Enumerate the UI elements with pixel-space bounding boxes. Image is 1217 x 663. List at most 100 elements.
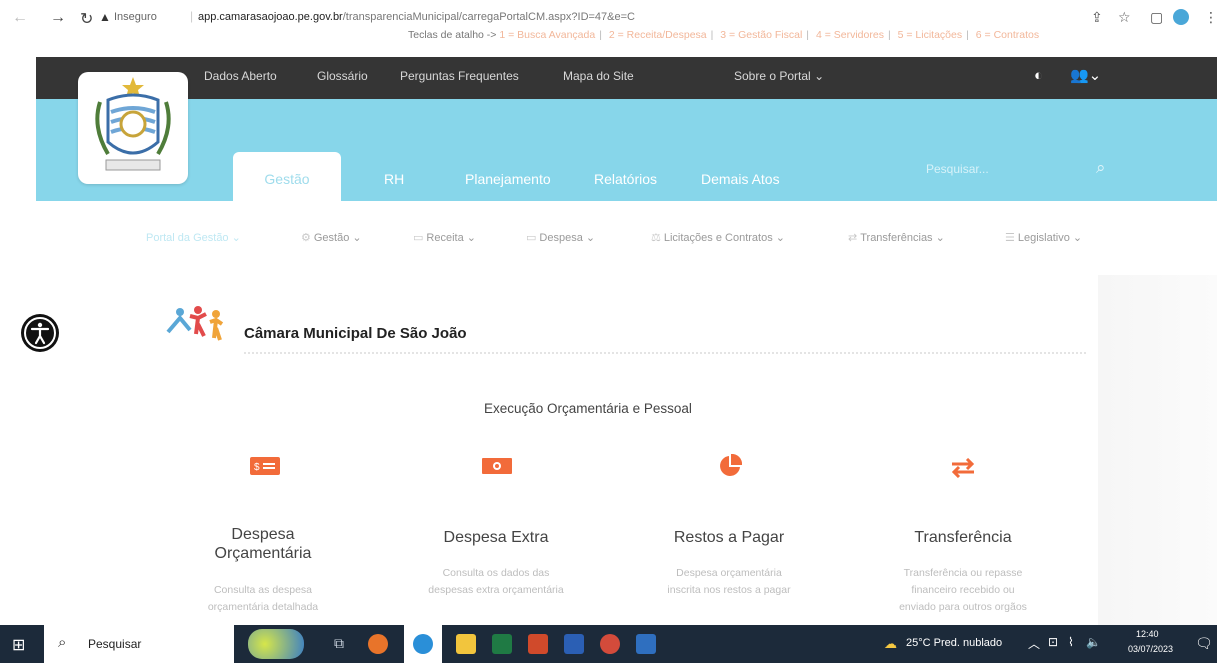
people-icon xyxy=(160,302,232,349)
search-input[interactable]: Pesquisar... ⌕ xyxy=(900,152,1130,188)
chrome-icon[interactable] xyxy=(600,634,620,654)
section-title: Execução Orçamentária e Pessoal xyxy=(484,401,692,416)
coat-of-arms-logo[interactable] xyxy=(78,72,188,184)
topbar-link[interactable]: Glossário xyxy=(317,69,368,83)
share-icon[interactable]: ⇪ xyxy=(1091,9,1103,26)
edge-active-tile[interactable] xyxy=(404,625,442,663)
menu-licitacoes[interactable]: ⚖ Licitações e Contratos ⌄ xyxy=(651,231,785,244)
licitacoes-icon: ⚖ xyxy=(651,232,661,244)
exchange-icon xyxy=(950,457,976,483)
file-explorer-icon[interactable] xyxy=(456,634,476,654)
feature-desc-line: inscrita nos restos a pagar xyxy=(667,584,791,596)
topbar-link[interactable]: Dados Aberto xyxy=(204,69,277,83)
about-portal-label: Sobre o Portal xyxy=(734,69,811,83)
shortcut-item[interactable]: 6 = Contratos xyxy=(976,29,1039,41)
legislativo-icon: ☰ xyxy=(1005,232,1015,244)
clock-time[interactable]: 12:40 xyxy=(1136,629,1159,639)
svg-text:$: $ xyxy=(254,462,260,473)
windows-start-icon[interactable]: ⊞ xyxy=(12,635,25,655)
feature-title-line: Despesa xyxy=(231,526,295,543)
contrast-icon[interactable]: ◐ xyxy=(1034,67,1043,84)
menu-label: Despesa xyxy=(539,232,583,244)
entity-title: Câmara Municipal De São João xyxy=(244,325,467,342)
extension-icon[interactable] xyxy=(1173,9,1189,25)
feature-desc-line: enviado para outros orgãos xyxy=(899,601,1027,613)
forward-icon[interactable]: → xyxy=(50,9,66,27)
firefox-icon[interactable] xyxy=(368,634,388,654)
shortcut-item[interactable]: 5 = Licitações xyxy=(898,29,963,41)
feature-desc-line: Transferência ou repasse xyxy=(903,567,1023,579)
star-icon[interactable]: ☆ xyxy=(1118,9,1131,26)
shortcut-item[interactable]: 2 = Receita/Despesa xyxy=(609,29,707,41)
reload-icon[interactable]: ↻ xyxy=(80,9,93,29)
menu-label: Gestão xyxy=(313,232,350,244)
back-icon[interactable]: ← xyxy=(12,9,28,27)
weather-icon: ☁ xyxy=(884,636,897,651)
menu-label: Legislativo xyxy=(1017,232,1070,244)
word-icon[interactable] xyxy=(564,634,584,654)
notification-icon[interactable]: 🗨 xyxy=(1195,635,1213,652)
menu-receita[interactable]: ▭ Receita ⌄ xyxy=(413,231,476,244)
feature-desc-line: despesas extra orçamentária xyxy=(428,584,564,596)
menu-portal-gestao[interactable]: Portal da Gestão ⌄ xyxy=(146,231,241,244)
search-icon[interactable]: ⌕ xyxy=(1096,158,1106,178)
shortcut-item[interactable]: 3 = Gestão Fiscal xyxy=(720,29,802,41)
taskbar-search-input[interactable]: ⌕ Pesquisar xyxy=(44,625,234,663)
tab-label: Gestão xyxy=(264,171,310,187)
gestao-icon: ⚙ xyxy=(301,232,311,244)
tab-rh[interactable]: RH xyxy=(384,171,404,187)
menu-transferencias[interactable]: ⇄ Transferências ⌄ xyxy=(848,231,945,244)
feature-desc-line: Consulta as despesa xyxy=(213,584,313,596)
shortcut-prefix: Teclas de atalho -> xyxy=(408,29,497,41)
edge-icon xyxy=(413,634,433,654)
side-panel-shade xyxy=(1098,275,1217,625)
receita-icon: ▭ xyxy=(413,232,424,244)
search-highlight-icon[interactable] xyxy=(248,629,304,659)
accessibility-button[interactable] xyxy=(21,314,59,352)
feature-title: Transferência xyxy=(914,529,1012,546)
clock-date[interactable]: 03/07/2023 xyxy=(1128,644,1173,654)
tab-gestao[interactable]: Gestão xyxy=(233,152,341,202)
excel-icon[interactable] xyxy=(492,634,512,654)
address-bar[interactable]: app.camarasaojoao.pe.gov.br/transparenci… xyxy=(198,11,635,23)
banknote-icon xyxy=(482,455,512,482)
feature-title: Despesa Extra xyxy=(443,529,549,546)
taskbar-search-placeholder: Pesquisar xyxy=(88,637,142,651)
warning-icon[interactable]: ▲ xyxy=(99,10,111,24)
feature-desc-line: Consulta os dados das xyxy=(442,567,550,579)
tab-relatorios[interactable]: Relatórios xyxy=(594,171,657,187)
task-view-icon[interactable]: ⧉ xyxy=(334,635,344,652)
volume-icon[interactable]: 🔈 xyxy=(1086,635,1101,649)
weather-text[interactable]: 25°C Pred. nublado xyxy=(906,637,1002,649)
topbar-link[interactable]: Perguntas Frequentes xyxy=(400,69,519,83)
feature-title-line: Orçamentária xyxy=(214,545,312,562)
topbar-link[interactable]: Mapa do Site xyxy=(563,69,634,83)
tab-planejamento[interactable]: Planejamento xyxy=(465,171,551,187)
portal-topbar: Dados Aberto Glossário Perguntas Frequen… xyxy=(36,57,1217,99)
about-portal-menu[interactable]: Sobre o Portal ⌄ xyxy=(734,69,824,83)
divider xyxy=(244,348,1086,354)
calendar-app-icon[interactable] xyxy=(636,634,656,654)
user-menu-icon[interactable]: 👥⌄ xyxy=(1070,66,1101,84)
tab-demais-atos[interactable]: Demais Atos xyxy=(701,171,780,187)
tray-chevron-icon[interactable]: ︿ xyxy=(1028,635,1040,652)
security-label[interactable]: Inseguro xyxy=(114,11,157,23)
menu-despesa[interactable]: ▭ Despesa ⌄ xyxy=(526,231,595,244)
despesa-icon: ▭ xyxy=(526,232,537,244)
pie-chart-icon xyxy=(718,453,743,483)
money-icon: $ xyxy=(250,455,280,482)
sidebar-icon[interactable]: ▢ xyxy=(1150,9,1163,26)
feature-description: Consulta os dados das despesas extra orç… xyxy=(401,565,591,599)
shortcut-item[interactable]: 1 = Busca Avançada xyxy=(499,29,595,41)
menu-label: Receita xyxy=(426,232,464,244)
shortcut-item[interactable]: 4 = Servidores xyxy=(816,29,884,41)
feature-desc-line: financeiro recebido ou xyxy=(911,584,1015,596)
menu-legislativo[interactable]: ☰ Legislativo ⌄ xyxy=(1005,231,1082,244)
url-divider: | xyxy=(190,9,194,23)
menu-icon[interactable]: ⋮ xyxy=(1204,9,1217,26)
url-host: app.camarasaojoao.pe.gov.br xyxy=(198,11,343,23)
menu-gestao[interactable]: ⚙ Gestão ⌄ xyxy=(301,231,362,244)
tray-app-icon[interactable]: ⊡ xyxy=(1048,635,1058,649)
powerpoint-icon[interactable] xyxy=(528,634,548,654)
network-icon[interactable]: ⌇ xyxy=(1068,635,1074,649)
